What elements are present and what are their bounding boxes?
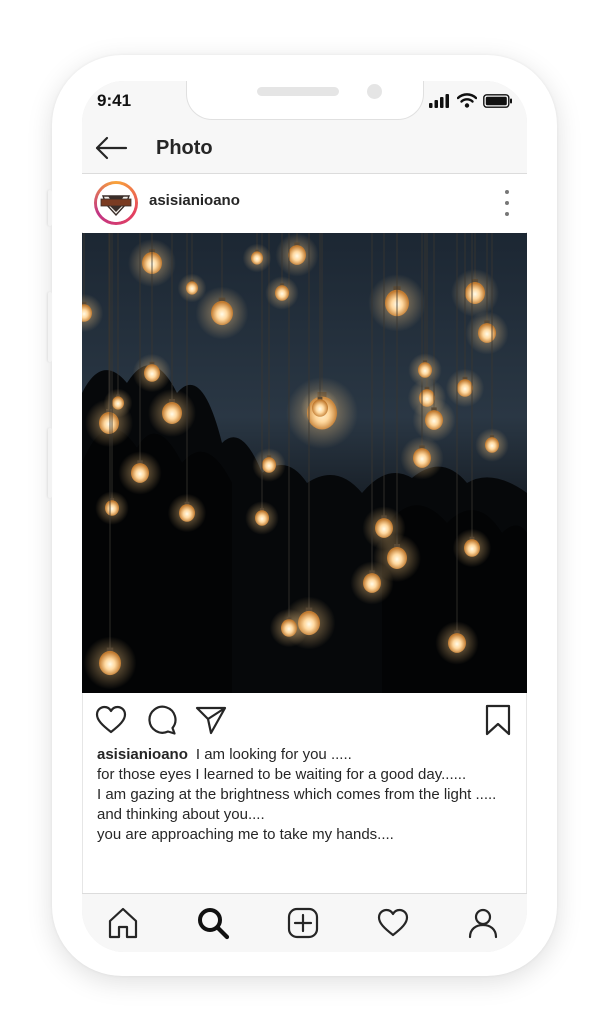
volume-up-button	[48, 292, 52, 362]
add-post-icon[interactable]	[286, 906, 320, 940]
tab-bar	[82, 893, 527, 952]
more-vertical-icon[interactable]	[503, 190, 511, 216]
caption-line: for those eyes I learned to be waiting f…	[97, 766, 467, 783]
search-icon[interactable]	[196, 906, 230, 940]
post-actions	[82, 693, 527, 745]
page-title: Photo	[156, 137, 213, 159]
status-time: 9:41	[97, 91, 132, 110]
profile-icon[interactable]	[466, 906, 500, 940]
story-ring[interactable]	[94, 181, 138, 225]
activity-heart-icon[interactable]	[376, 906, 410, 940]
phone-frame: 9:41 Photo asisianioano asisianioano I a…	[48, 55, 557, 976]
notch	[186, 81, 424, 120]
post-header: asisianioano	[82, 174, 527, 232]
silent-switch	[48, 190, 52, 226]
heart-icon[interactable]	[94, 703, 128, 737]
screen: 9:41 Photo asisianioano asisianioano I a…	[82, 81, 527, 952]
back-arrow-icon[interactable]	[94, 135, 128, 161]
caption-line: and thinking about you....	[97, 806, 265, 823]
status-icons	[429, 93, 513, 108]
signal-icon	[429, 93, 449, 108]
post-username[interactable]: asisianioano	[149, 192, 240, 209]
bookmark-icon[interactable]	[481, 703, 515, 737]
share-icon[interactable]	[194, 703, 228, 737]
caption-line: I am gazing at the brightness which come…	[97, 786, 497, 803]
avatar[interactable]	[97, 184, 135, 222]
battery-icon	[483, 93, 512, 108]
post-caption: asisianioano I am looking for you ..... f…	[97, 745, 497, 845]
caption-first-line: asisianioano I am looking for you .....	[97, 745, 497, 765]
caption-username[interactable]: asisianioano	[97, 746, 188, 763]
speaker-grille	[257, 87, 339, 96]
post-photo[interactable]	[82, 233, 527, 693]
home-icon[interactable]	[106, 906, 140, 940]
volume-down-button	[48, 428, 52, 498]
harley-davidson-logo	[97, 184, 135, 222]
nav-bar: Photo	[82, 125, 527, 174]
caption-line: you are approaching me to take my hands.…	[97, 826, 394, 843]
caption-text: I am looking for you .....	[195, 746, 352, 763]
wifi-icon	[457, 93, 477, 108]
front-camera	[367, 84, 382, 99]
comment-icon[interactable]	[144, 703, 178, 737]
